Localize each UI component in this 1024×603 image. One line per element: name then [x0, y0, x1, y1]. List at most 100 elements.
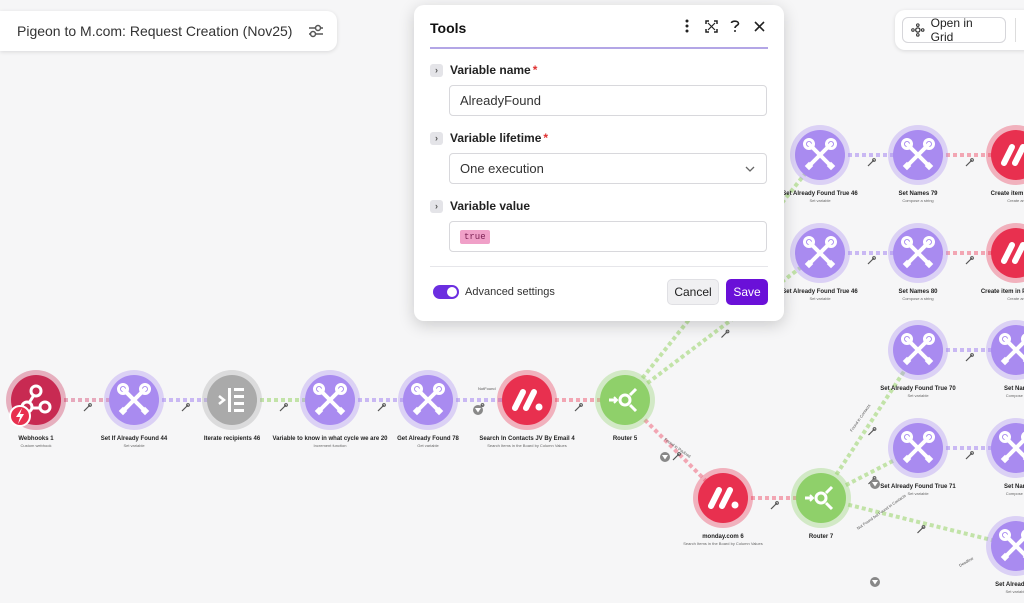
module-monday-com[interactable]: monday.com 6Search Items in the Board by…	[683, 468, 763, 546]
link-settings-icon[interactable]	[916, 524, 926, 534]
toggle-knob	[447, 287, 457, 297]
module-circle	[207, 375, 257, 425]
value-pill[interactable]: true	[460, 229, 490, 244]
module-set-if-already-found[interactable]: Set If Already Found 44Set variable	[101, 370, 168, 448]
link-settings-icon[interactable]	[965, 256, 975, 265]
variable-lifetime-label: › Variable lifetime *	[430, 131, 548, 145]
module-subtitle: Compose a string	[902, 296, 933, 301]
module-subtitle: Get variable	[417, 443, 439, 448]
module-label: Search In Contacts JV By Email 4	[479, 436, 575, 442]
sliders-icon[interactable]	[307, 23, 325, 39]
module-label: Get Already Found 78	[397, 436, 459, 442]
module-subtitle: Set variable	[123, 443, 145, 448]
chevron-right-icon[interactable]: ›	[430, 63, 443, 77]
chevron-right-icon[interactable]: ›	[430, 199, 443, 213]
module-label: Iterate recipients 46	[204, 436, 261, 442]
module-search-contacts[interactable]: Search In Contacts JV By Email 4Search I…	[479, 370, 575, 448]
save-button[interactable]: Save	[726, 279, 768, 305]
module-label: Set Already Found True 46	[782, 191, 858, 197]
link-settings-icon[interactable]	[574, 403, 584, 412]
module-set-already-found-true-4[interactable]: Set Already Found True 71Set variable	[880, 418, 956, 496]
grid-icon	[911, 23, 925, 37]
module-subtitle: Search Items in the Board by Column Valu…	[487, 443, 567, 448]
module-subtitle: Set variable	[907, 491, 929, 496]
link-settings-icon[interactable]	[867, 158, 877, 167]
module-label: Set If Already Found 44	[101, 436, 168, 442]
module-label: Create item in Pigeon JV	[981, 289, 1024, 295]
tools-panel: Tools › Variable name * › Varia	[414, 5, 784, 321]
module-set-names-1[interactable]: Set Names 79Compose a string	[888, 125, 948, 203]
link-settings-icon[interactable]	[770, 501, 780, 510]
top-right-toolbar: Open in Grid	[895, 10, 1024, 50]
module-set-already-found-true-3[interactable]: Set Already Found True 70Set variable	[880, 320, 956, 398]
module-subtitle: Set variable	[809, 296, 831, 301]
link-settings-icon[interactable]	[83, 403, 93, 412]
toolbar-divider	[1015, 18, 1016, 42]
module-subtitle: Create an	[1007, 296, 1024, 301]
module-create-item-pigeon-1[interactable]: Create item in PigCreate an	[986, 125, 1024, 203]
module-label: Webhooks 1	[18, 436, 54, 442]
module-webhooks[interactable]: Webhooks 1Custom webhook	[6, 370, 66, 448]
module-set-nam-3[interactable]: Set NamCompose a	[986, 320, 1024, 398]
variable-value-label: › Variable value	[430, 199, 530, 213]
link-settings-icon[interactable]	[377, 403, 386, 412]
scenario-title[interactable]: Pigeon to M.com: Request Creation (Nov25…	[17, 23, 292, 39]
cancel-button[interactable]: Cancel	[667, 279, 719, 305]
link-settings-icon[interactable]	[279, 403, 288, 412]
chevron-right-icon[interactable]: ›	[430, 131, 443, 145]
module-set-already-found-true-2[interactable]: Set Already Found True 46Set variable	[782, 223, 858, 301]
module-set-nam-4[interactable]: Set NamCompose a	[986, 418, 1024, 496]
variable-name-label: › Variable name *	[430, 63, 537, 77]
module-subtitle: Search Items in the Board by Column Valu…	[683, 541, 763, 546]
variable-lifetime-value: One execution	[460, 161, 544, 176]
chevron-down-icon	[745, 166, 755, 172]
module-label: monday.com 6	[702, 534, 744, 540]
route-label-not-found-in-contacts: Not Found but Found in Contacts	[856, 493, 907, 531]
panel-header-actions	[680, 18, 766, 34]
module-variable-cycle[interactable]: Variable to know in what cycle we are 20…	[272, 370, 388, 448]
link-settings-icon[interactable]	[965, 158, 975, 167]
module-label: Create item in Pig	[991, 191, 1024, 197]
open-in-grid-button[interactable]: Open in Grid	[902, 16, 1006, 44]
variable-value-field[interactable]: true	[449, 221, 767, 252]
module-subtitle: Compose a	[1006, 393, 1024, 398]
module-set-already-found-5[interactable]: Set Already FoSet variable	[986, 516, 1024, 594]
help-icon[interactable]	[728, 18, 742, 34]
module-subtitle: Increment function	[314, 443, 347, 448]
expand-icon[interactable]	[704, 18, 718, 34]
variable-name-field[interactable]	[449, 85, 767, 116]
close-icon[interactable]	[752, 18, 766, 34]
module-circle	[796, 473, 846, 523]
link-settings-icon[interactable]	[181, 403, 190, 412]
panel-footer-divider	[430, 266, 768, 267]
more-options-icon[interactable]	[680, 18, 694, 34]
link-settings-icon[interactable]	[867, 427, 877, 436]
panel-header-divider	[430, 47, 768, 49]
module-set-already-found-true-1[interactable]: Set Already Found True 46Set variable	[782, 125, 858, 203]
link-settings-icon[interactable]	[720, 329, 730, 339]
module-get-already-found[interactable]: Get Already Found 78Get variable	[397, 370, 460, 448]
module-iterate-recipients[interactable]: Iterate recipients 46	[202, 370, 262, 442]
module-subtitle: Set variable	[907, 393, 929, 398]
module-label: Set Names 79	[898, 191, 938, 197]
module-subtitle: Set variable	[809, 198, 831, 203]
module-label: Set Nam	[1004, 484, 1024, 490]
module-create-item-pigeon-2[interactable]: Create item in Pigeon JVCreate an	[981, 223, 1024, 301]
module-subtitle: Compose a string	[902, 198, 933, 203]
route-label-deadline: Deadline	[958, 555, 975, 568]
link-settings-icon[interactable]	[867, 256, 877, 265]
module-subtitle: Compose a	[1006, 491, 1024, 496]
module-router-2[interactable]: Router 7	[791, 468, 851, 540]
module-label: Set Already Fo	[995, 582, 1024, 588]
module-set-names-2[interactable]: Set Names 80Compose a string	[888, 223, 948, 301]
module-label: Set Names 80	[898, 289, 938, 295]
variable-name-input[interactable]	[460, 93, 756, 108]
advanced-settings-toggle[interactable]	[433, 285, 459, 299]
module-router-1[interactable]: Router 5	[595, 370, 655, 442]
variable-lifetime-select[interactable]: One execution	[449, 153, 767, 184]
module-label: Set Already Found True 71	[880, 484, 956, 490]
module-label: Set Nam	[1004, 386, 1024, 392]
module-label: Variable to know in what cycle we are 20	[272, 436, 388, 442]
link-settings-icon[interactable]	[965, 353, 975, 362]
link-settings-icon[interactable]	[965, 451, 975, 460]
